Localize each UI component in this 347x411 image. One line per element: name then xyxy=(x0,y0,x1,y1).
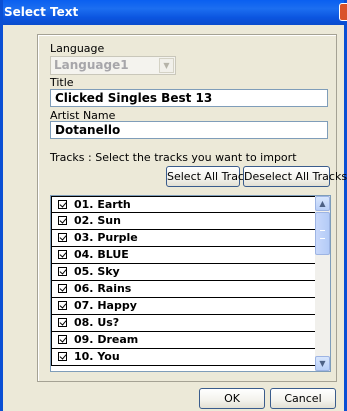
track-checkbox[interactable] xyxy=(58,301,67,310)
track-list: 01. Earth 02. Sun 03. Purple 04. BLUE 05. Sk… xyxy=(50,195,331,372)
track-label: 05. Sky xyxy=(74,265,120,278)
language-value: Language1 xyxy=(54,58,129,72)
track-row[interactable]: 09. Dream xyxy=(51,332,316,349)
track-label: 03. Purple xyxy=(74,231,138,244)
ok-button[interactable]: OK xyxy=(199,388,265,409)
track-list-scrollbar[interactable]: ▲ ▼ xyxy=(315,196,330,371)
track-label: 02. Sun xyxy=(74,214,121,227)
cancel-button[interactable]: Cancel xyxy=(270,388,336,409)
track-row[interactable]: 03. Purple xyxy=(51,230,316,247)
window-title: Select Text xyxy=(4,5,79,19)
track-row[interactable]: 04. BLUE xyxy=(51,247,316,264)
close-icon[interactable] xyxy=(339,3,347,21)
track-label: 07. Happy xyxy=(74,299,137,312)
track-row[interactable]: 08. Us? xyxy=(51,315,316,332)
artist-name-input[interactable]: Dotanello xyxy=(50,121,328,139)
track-checkbox[interactable] xyxy=(58,216,67,225)
track-label: 04. BLUE xyxy=(74,248,129,261)
track-row[interactable]: 06. Rains xyxy=(51,281,316,298)
select-text-dialog: Select Text Language Language1 ▼ Title C… xyxy=(0,0,347,411)
scroll-up-icon[interactable]: ▲ xyxy=(315,196,330,211)
track-checkbox[interactable] xyxy=(58,318,67,327)
track-checkbox[interactable] xyxy=(58,335,67,344)
track-checkbox[interactable] xyxy=(58,352,67,361)
track-label: 08. Us? xyxy=(74,316,120,329)
track-row[interactable]: 02. Sun xyxy=(51,213,316,230)
track-label: 01. Earth xyxy=(74,198,131,211)
tracks-instruction: Tracks : Select the tracks you want to i… xyxy=(50,151,297,164)
track-checkbox[interactable] xyxy=(58,267,67,276)
language-label: Language xyxy=(50,42,105,55)
track-row[interactable]: 05. Sky xyxy=(51,264,316,281)
track-label: 09. Dream xyxy=(74,333,139,346)
track-checkbox[interactable] xyxy=(58,233,67,242)
title-input[interactable]: Clicked Singles Best 13 xyxy=(50,89,328,107)
track-row[interactable]: 07. Happy xyxy=(51,298,316,315)
track-row[interactable]: 01. Earth xyxy=(51,196,316,213)
deselect-all-tracks-button[interactable]: Deselect All Tracks xyxy=(243,166,347,187)
track-label: 06. Rains xyxy=(74,282,132,295)
chevron-down-icon: ▼ xyxy=(159,58,174,73)
scroll-down-icon[interactable]: ▼ xyxy=(315,356,330,371)
track-checkbox[interactable] xyxy=(58,200,67,209)
language-select: Language1 ▼ xyxy=(50,56,176,75)
track-label: 10. You xyxy=(74,350,120,363)
scroll-thumb[interactable] xyxy=(315,212,330,255)
track-checkbox[interactable] xyxy=(58,284,67,293)
track-row[interactable]: 10. You xyxy=(51,349,316,366)
track-checkbox[interactable] xyxy=(58,250,67,259)
title-bar[interactable]: Select Text xyxy=(3,0,347,25)
select-all-tracks-button[interactable]: Select All Tracks xyxy=(166,166,256,187)
title-label: Title xyxy=(50,76,74,89)
